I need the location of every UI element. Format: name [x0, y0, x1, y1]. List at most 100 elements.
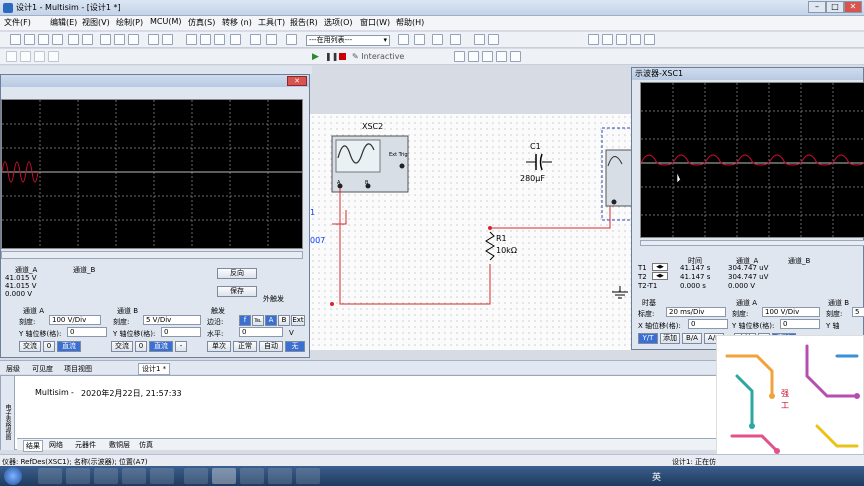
t2-arrows-icon[interactable]: ◀▶ [652, 272, 668, 280]
print-icon[interactable] [68, 34, 79, 45]
zoom-area-icon[interactable] [616, 34, 627, 45]
in-use-list-dropdown[interactable]: ---在用列表--- ▾ [306, 35, 390, 46]
instrument-icon[interactable] [414, 34, 425, 45]
scope-window-xsc1[interactable]: 示波器-XSC1 时间 通道_A 通道_B T1 41.147 s 304.74… [631, 67, 864, 350]
pause-icon[interactable]: ❚❚ [325, 52, 338, 61]
xsc1-pin[interactable] [611, 199, 617, 205]
ch-a-zero-button[interactable]: 0 [43, 341, 55, 352]
ch-a-dc-button[interactable]: 直流 [57, 341, 81, 352]
menu-simulate[interactable]: 仿真(S) [188, 17, 215, 28]
menu-reports[interactable]: 报告(R) [290, 17, 318, 28]
taskbar-app-6-icon[interactable] [184, 468, 208, 484]
menu-edit[interactable]: 编辑(E) [50, 17, 77, 28]
scope-xsc1-scrollbar[interactable] [640, 240, 864, 246]
menu-help[interactable]: 帮助(H) [396, 17, 424, 28]
taskbar-app-1-icon[interactable] [38, 468, 62, 484]
r-ch-a-scale-field[interactable]: 100 V/Div [762, 307, 820, 317]
spreadsheet-icon[interactable] [214, 34, 225, 45]
zoom-full-icon[interactable] [644, 34, 655, 45]
tab-design1[interactable]: 设计1 * [138, 363, 171, 375]
sim-tool-2-icon[interactable] [468, 51, 479, 62]
open-icon[interactable] [24, 34, 35, 45]
tab-project-view[interactable]: 项目视图 [64, 364, 92, 374]
start-button[interactable] [4, 467, 22, 485]
ch-b-ypos-field[interactable]: 0 [161, 327, 201, 337]
list-icon[interactable] [286, 34, 297, 45]
tab-nets[interactable]: 网络 [49, 440, 63, 450]
undo-icon[interactable] [148, 34, 159, 45]
help-icon[interactable] [488, 34, 499, 45]
reverse-button[interactable]: 反向 [217, 268, 257, 279]
zoom-fit-icon[interactable] [630, 34, 641, 45]
source-icon[interactable] [6, 51, 17, 62]
menu-transfer[interactable]: 转移 (n) [222, 17, 252, 28]
print-preview-icon[interactable] [82, 34, 93, 45]
ch-b-ac-button[interactable]: 交流 [111, 341, 133, 352]
tab-hierarchy[interactable]: 层级 [6, 364, 20, 374]
zoom-in-icon[interactable] [588, 34, 599, 45]
ime-indicator[interactable]: 英 [652, 470, 661, 483]
paste-icon[interactable] [128, 34, 139, 45]
menu-mcu[interactable]: MCU(M) [150, 17, 182, 26]
tab-visibility[interactable]: 可见度 [32, 364, 53, 374]
sim-tool-1-icon[interactable] [454, 51, 465, 62]
view-ba-button[interactable]: B/A [682, 333, 702, 344]
close-button[interactable]: ✕ [844, 1, 862, 13]
sim-tool-4-icon[interactable] [496, 51, 507, 62]
interactive-mode[interactable]: ✎ Interactive [352, 52, 404, 61]
tab-results[interactable]: 结果 [23, 440, 43, 452]
taskbar-app-9-icon[interactable] [268, 468, 292, 484]
scope-xsc2-scrollbar[interactable] [1, 251, 303, 259]
trigger-edge-rising[interactable]: f [239, 315, 251, 326]
menu-options[interactable]: 选项(O) [324, 17, 353, 28]
ch-b-scale-field[interactable]: 5 V/Div [143, 315, 201, 325]
taskbar-app-3-icon[interactable] [94, 468, 118, 484]
ch-a-ypos-field[interactable]: 0 [67, 327, 107, 337]
ch-b-minus-button[interactable]: - [175, 341, 187, 352]
timebase-scale-field[interactable]: 20 ms/Div [666, 307, 726, 317]
trigger-level-field[interactable]: 0 [239, 327, 283, 337]
probe-icon[interactable] [398, 34, 409, 45]
zoom-out-icon[interactable] [602, 34, 613, 45]
taskbar-app-8-icon[interactable] [240, 468, 264, 484]
wire-left[interactable] [332, 210, 347, 225]
menu-window[interactable]: 窗口(W) [360, 17, 390, 28]
run-icon[interactable]: ▶ [312, 52, 319, 62]
save-button[interactable]: 保存 [217, 286, 257, 297]
sim-tool-5-icon[interactable] [510, 51, 521, 62]
r-ch-b-scale-field[interactable]: 5 [852, 307, 864, 317]
tab-components[interactable]: 元器件 [75, 440, 96, 450]
stop-icon[interactable] [339, 53, 346, 60]
redo-icon[interactable] [162, 34, 173, 45]
menu-place[interactable]: 绘制(P) [116, 17, 143, 28]
find-icon[interactable] [474, 34, 485, 45]
new-icon[interactable] [10, 34, 21, 45]
mode-none-button[interactable]: 无 [285, 341, 305, 352]
trigger-source-a[interactable]: A [265, 315, 277, 326]
view-add-button[interactable]: 添加 [660, 333, 680, 344]
cut-icon[interactable] [100, 34, 111, 45]
open-folder-icon[interactable] [38, 34, 49, 45]
grid-icon[interactable] [200, 34, 211, 45]
schematic-canvas[interactable]: XSC2 A B Ext Trig C1 280µF R1 10kΩ 1 007 [310, 114, 640, 350]
ch-a-ac-button[interactable]: 交流 [19, 341, 41, 352]
taskbar-multisim-icon[interactable] [212, 468, 236, 484]
taskbar-app-5-icon[interactable] [150, 468, 174, 484]
bus-icon[interactable] [432, 34, 443, 45]
save-icon[interactable] [52, 34, 63, 45]
postprocessor-icon[interactable] [266, 34, 277, 45]
view-yt-button[interactable]: Y/T [638, 333, 658, 344]
minimize-button[interactable]: – [808, 1, 826, 13]
ch-a-scale-field[interactable]: 100 V/Div [49, 315, 101, 325]
menu-tools[interactable]: 工具(T) [258, 17, 285, 28]
scope-window-xsc2[interactable]: ✕ 通道_A 通道_B 41.015 V 41.015 V 0.000 V 反向… [0, 74, 310, 358]
database-icon[interactable] [230, 34, 241, 45]
close-icon[interactable]: ✕ [287, 76, 307, 86]
trigger-source-ext[interactable]: Ext [291, 315, 305, 326]
menu-view[interactable]: 视图(V) [82, 17, 110, 28]
mode-auto-button[interactable]: 自动 [259, 341, 283, 352]
copy-icon[interactable] [114, 34, 125, 45]
sim-tool-3-icon[interactable] [482, 51, 493, 62]
menu-file[interactable]: 文件(F) [4, 17, 31, 28]
maximize-button[interactable]: □ [826, 1, 844, 13]
